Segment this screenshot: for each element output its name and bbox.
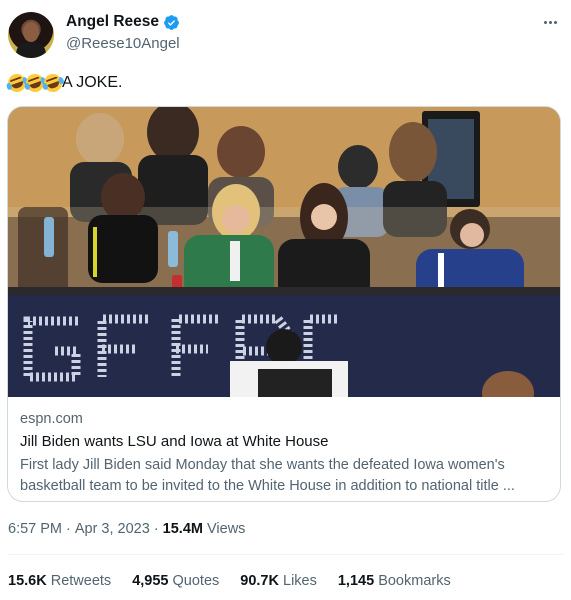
stat-count: 4,955	[132, 573, 169, 589]
stat-label: Quotes	[172, 573, 220, 589]
views-stat[interactable]: 15.4M Views	[163, 521, 246, 537]
arena-photo-illustration	[8, 107, 560, 397]
quotes-stat[interactable]: 4,955 Quotes	[132, 573, 219, 589]
author-handle[interactable]: @Reese10Angel	[66, 35, 180, 52]
stat-count: 15.6K	[8, 573, 47, 589]
stat-count: 90.7K	[240, 573, 279, 589]
separator-dot: ·	[66, 521, 71, 537]
stat-label: Retweets	[50, 573, 112, 589]
tweet-date[interactable]: Apr 3, 2023	[75, 521, 150, 537]
likes-stat[interactable]: 90.7K Likes	[240, 573, 317, 589]
avatar-face	[23, 22, 39, 42]
link-card-title[interactable]: Jill Biden wants LSU and Iowa at White H…	[20, 433, 329, 450]
engagement-stats: 15.6K Retweets 4,955 Quotes 90.7K Likes …	[8, 573, 472, 589]
link-card-domain: espn.com	[20, 411, 83, 427]
stat-label: Bookmarks	[378, 573, 451, 589]
divider	[8, 554, 563, 555]
display-name[interactable]: Angel Reese	[66, 13, 159, 31]
stat-count: 1,145	[337, 573, 375, 589]
tweet-time[interactable]: 6:57 PM	[8, 521, 62, 537]
stat-label: Likes	[283, 573, 317, 589]
retweets-stat[interactable]: 15.6K Retweets	[8, 573, 111, 589]
tweet-timestamp: 6:57 PM · Apr 3, 2023 · 15.4M Views	[8, 521, 245, 537]
tweet-text: A JOKE.	[5, 71, 123, 95]
bookmarks-stat[interactable]: 1,145 Bookmarks	[338, 573, 451, 589]
views-label: Views	[207, 521, 246, 537]
tweet-header: Angel Reese @Reese10Angel	[6, 10, 566, 62]
name-row: Angel Reese	[66, 13, 180, 31]
avatar-jersey	[16, 42, 46, 58]
link-card-description: First lady Jill Biden said Monday that s…	[20, 457, 515, 494]
avatar[interactable]	[8, 12, 54, 58]
link-card-image[interactable]	[8, 107, 560, 397]
verified-badge-icon[interactable]	[163, 14, 180, 31]
views-count: 15.4M	[162, 521, 203, 537]
more-options-icon[interactable]	[538, 14, 562, 30]
link-card[interactable]: espn.com Jill Biden wants LSU and Iowa a…	[7, 106, 561, 502]
tweet-body-text: A JOKE.	[62, 74, 123, 91]
separator-dot: ·	[153, 521, 159, 537]
